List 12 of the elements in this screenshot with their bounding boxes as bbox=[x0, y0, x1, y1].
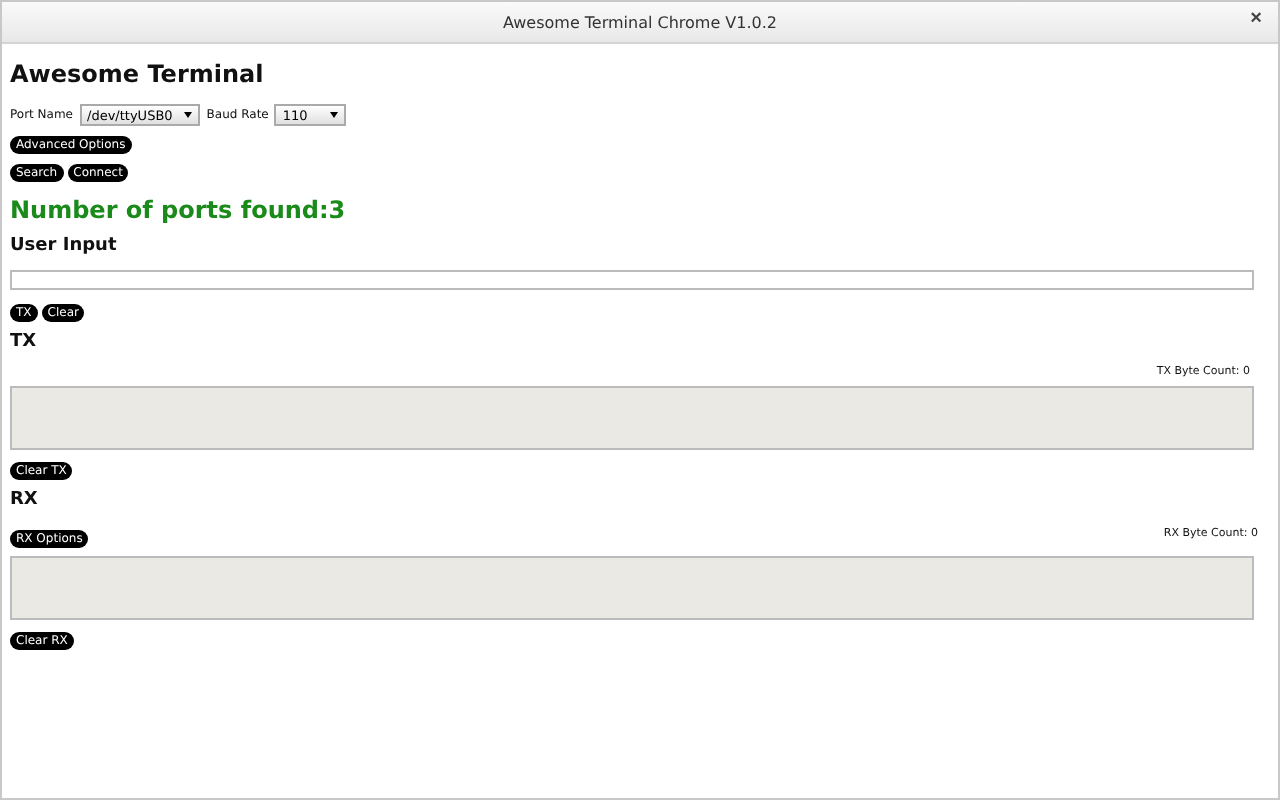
caret-icon bbox=[330, 112, 339, 118]
rx-output-area[interactable] bbox=[10, 556, 1254, 620]
caret-icon bbox=[184, 112, 193, 118]
section-heading: TX bbox=[10, 332, 37, 352]
close-button[interactable]: × bbox=[1250, 8, 1262, 30]
section-heading: RX bbox=[10, 490, 38, 510]
app-heading: Awesome Terminal bbox=[10, 60, 264, 88]
section-heading: User Input bbox=[10, 236, 117, 256]
window-title: Awesome Terminal Chrome V1.0.2 bbox=[502, 13, 778, 31]
status-text: Number of ports found:3 bbox=[10, 196, 346, 224]
tx-output-area[interactable] bbox=[10, 386, 1254, 450]
input-field[interactable] bbox=[10, 270, 1254, 290]
